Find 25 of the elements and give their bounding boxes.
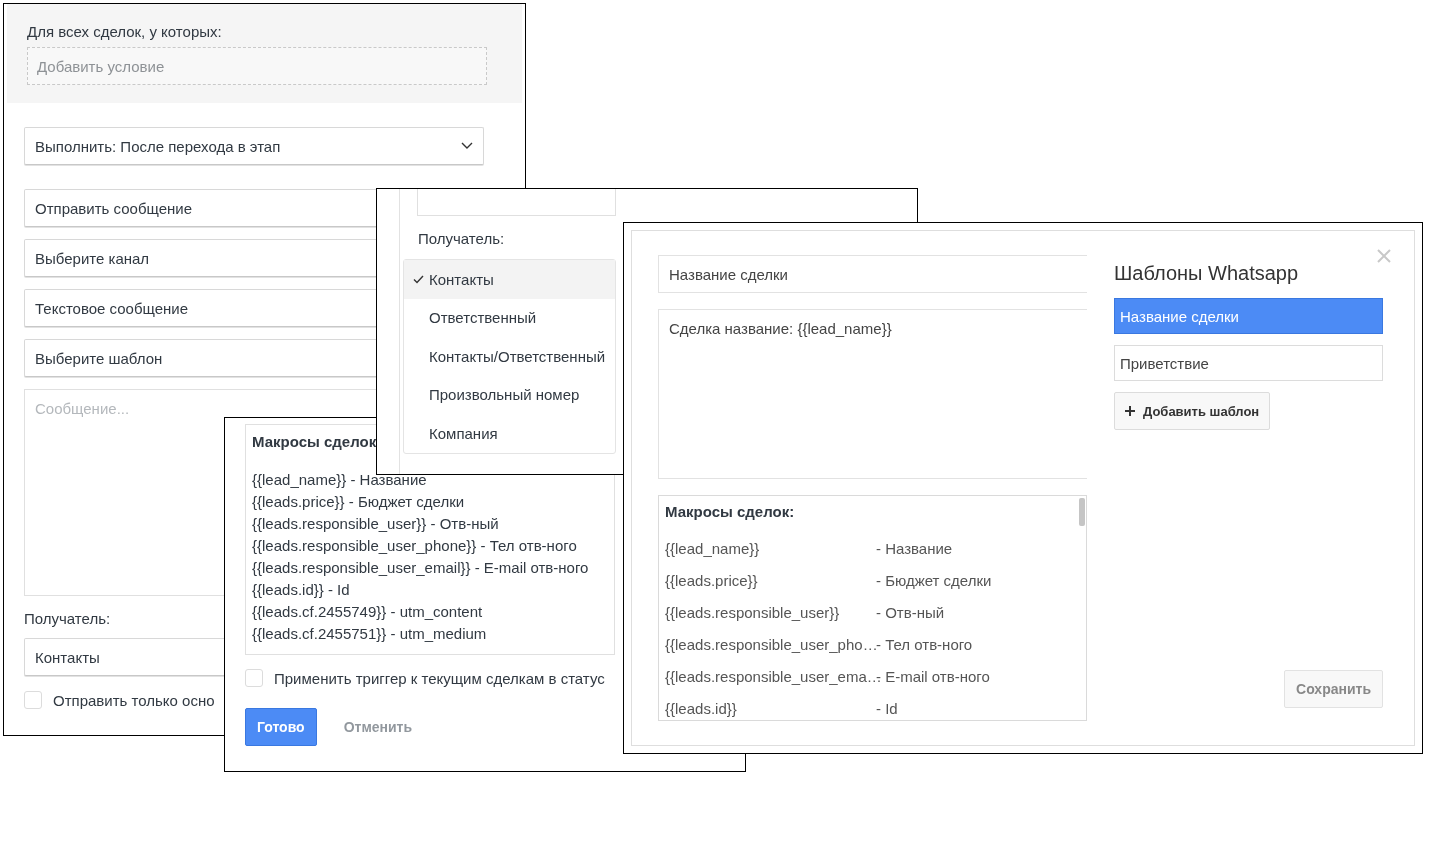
macro-line: {{leads.cf.2455751}} - utm_medium <box>252 624 487 644</box>
macro-description: - Название <box>876 539 953 557</box>
macro-description: - Id <box>876 699 898 717</box>
templates-title: Шаблоны Whatsapp <box>1114 262 1300 285</box>
macro-code: {{leads.price}} <box>665 571 759 589</box>
macro-line: {{leads.price}} - Бюджет сделки <box>252 492 465 512</box>
macro-description: - Отв-ный <box>876 603 945 621</box>
macro-code: {{leads.responsible_user_pho… <box>665 635 876 653</box>
macro-line: {{leads.responsible_user_email}} - E-mail отв-ного <box>252 558 589 578</box>
checkbox-label: Отправить только осно <box>53 691 215 709</box>
macro-line: {{leads.responsible_user_phone}} - Тел отв-ного <box>252 536 577 556</box>
macro-line: {{leads.responsible_user}} - Отв-ный <box>252 514 499 534</box>
checkbox-label: Применить триггер к текущим сделкам в статус <box>274 669 605 687</box>
macro-line: {{leads.id}} - Id <box>252 580 350 600</box>
macro-description: - Бюджет сделки <box>876 571 992 589</box>
macro-code: {{leads.id}} <box>665 699 738 717</box>
macro-code: {{lead_name}} <box>665 539 761 557</box>
macro-code: {{leads.responsible_user}} <box>665 603 841 621</box>
macro-line: {{lead_name}} - Название <box>252 470 427 490</box>
recipient-label: Получатель: <box>24 610 111 627</box>
macro-line: {{leads.cf.2455749}} - utm_content <box>252 602 483 622</box>
macro-description: - Тел отв-ного <box>876 635 973 653</box>
condition-label: Для всех сделок, у которых: <box>27 23 222 40</box>
macros-title: Макросы сделок <box>252 433 377 450</box>
macros-title: Макросы сделок: <box>665 503 795 520</box>
